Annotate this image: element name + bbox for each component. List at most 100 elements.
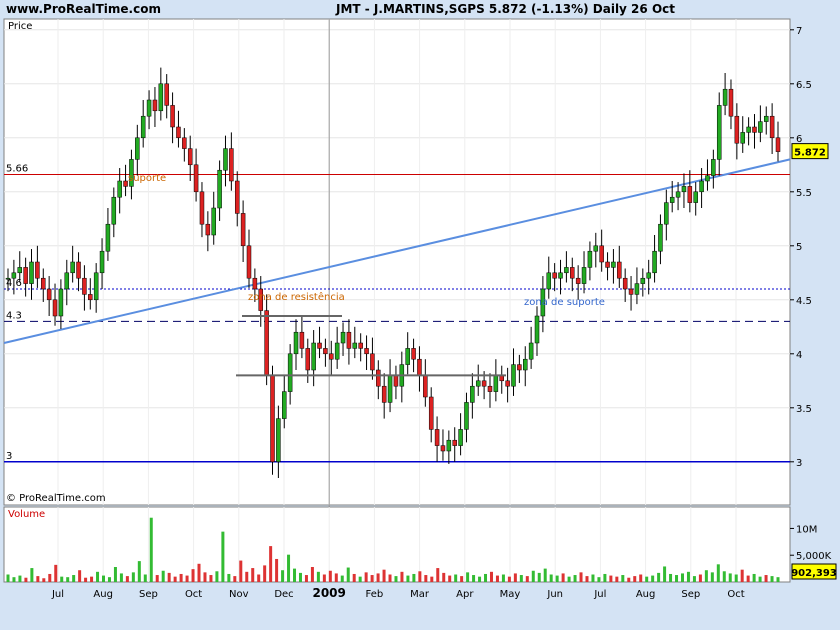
candle-body <box>734 115 740 144</box>
level-label: 4.3 <box>6 310 22 321</box>
volume-bar <box>394 576 398 582</box>
candle-body <box>252 277 258 290</box>
candle-body <box>293 331 299 355</box>
candle-body <box>23 267 28 284</box>
volume-bar <box>639 574 643 582</box>
candle-body <box>170 105 175 128</box>
x-tick-label: Jul <box>51 589 64 600</box>
candle-body <box>99 250 105 274</box>
candle-body <box>52 299 58 317</box>
candle-body <box>681 186 687 193</box>
volume-bar <box>221 531 225 582</box>
candle-body <box>652 250 657 274</box>
candle-body <box>282 391 287 419</box>
candle-body <box>46 288 52 301</box>
candle-body <box>111 196 117 225</box>
volume-bar <box>364 572 368 582</box>
candle-body <box>70 261 75 274</box>
level-label: 3 <box>6 451 12 462</box>
candle-body <box>417 358 422 376</box>
price-tick-label: 4.5 <box>796 296 812 307</box>
volume-bar <box>460 576 464 582</box>
price-tick-label: 3 <box>796 458 802 469</box>
volume-bar <box>125 576 129 582</box>
volume-bar <box>137 561 141 582</box>
volume-bar <box>698 574 702 582</box>
volume-panel <box>3 506 791 583</box>
candle-body <box>323 348 328 355</box>
volume-bar <box>484 573 488 582</box>
volume-bar <box>436 568 440 582</box>
volume-bar <box>740 569 744 582</box>
candle-body <box>722 88 728 106</box>
volume-bar <box>615 576 619 582</box>
candle-body <box>505 380 510 387</box>
candle-body <box>728 88 734 117</box>
volume-bar <box>376 573 380 582</box>
x-tick-label: Aug <box>636 589 656 600</box>
candle-body <box>317 342 322 349</box>
candle-body <box>370 353 375 371</box>
x-tick-label: Oct <box>185 589 202 600</box>
candle-body <box>187 148 193 166</box>
volume-bar <box>227 573 231 582</box>
volume-bar <box>197 563 201 582</box>
volume-bar <box>531 570 535 582</box>
candle-body <box>458 429 463 446</box>
candle-body <box>581 267 587 284</box>
volume-bar <box>382 569 386 582</box>
volume-bar <box>669 573 673 582</box>
volume-bar <box>298 572 302 582</box>
volume-bar <box>603 573 607 582</box>
volume-bar <box>143 574 147 582</box>
volume-bar <box>358 576 362 582</box>
volume-bar <box>478 576 482 582</box>
level-label: 5.66 <box>6 164 28 175</box>
volume-bar <box>131 572 135 582</box>
candle-body <box>669 196 675 203</box>
volume-bar <box>119 573 123 582</box>
candle-body <box>29 261 34 284</box>
candle-body <box>587 250 593 268</box>
candle-body <box>193 164 199 193</box>
volume-bar <box>770 576 774 582</box>
candle-body <box>611 261 616 268</box>
candle-body <box>546 272 552 290</box>
volume-bar <box>448 575 452 582</box>
candle-body <box>423 375 428 398</box>
candle-body <box>158 83 164 112</box>
volume-bar <box>609 575 613 582</box>
candle-body <box>534 315 540 344</box>
candle-body <box>699 180 704 193</box>
candle-body <box>352 342 358 349</box>
candle-body <box>511 364 516 387</box>
volume-bar <box>203 572 207 582</box>
candle-body <box>76 261 81 279</box>
candle-body <box>82 277 87 295</box>
volume-bar <box>501 574 505 582</box>
candle-body <box>287 353 293 392</box>
volume-bar <box>537 572 541 582</box>
volume-bar <box>60 576 64 582</box>
candle-body <box>523 358 528 371</box>
x-tick-label: 2009 <box>312 586 345 600</box>
volume-bar <box>310 567 314 582</box>
candle-body <box>646 272 651 279</box>
volume-bar <box>149 517 153 582</box>
candle-body <box>381 385 387 403</box>
volume-bar <box>155 575 159 582</box>
x-tick-label: Mar <box>410 589 430 600</box>
volume-bar <box>388 574 392 582</box>
candle-body <box>152 99 158 112</box>
candle-body <box>217 169 222 209</box>
candle-body <box>140 115 146 139</box>
candle-body <box>17 267 23 274</box>
volume-bar <box>269 546 273 582</box>
candle-body <box>593 245 599 252</box>
candle-body <box>640 277 646 284</box>
candle-body <box>182 137 187 149</box>
volume-bar <box>215 571 219 582</box>
volume-bar <box>352 573 356 582</box>
candle-body <box>41 277 46 290</box>
x-tick-label: Jul <box>593 589 606 600</box>
